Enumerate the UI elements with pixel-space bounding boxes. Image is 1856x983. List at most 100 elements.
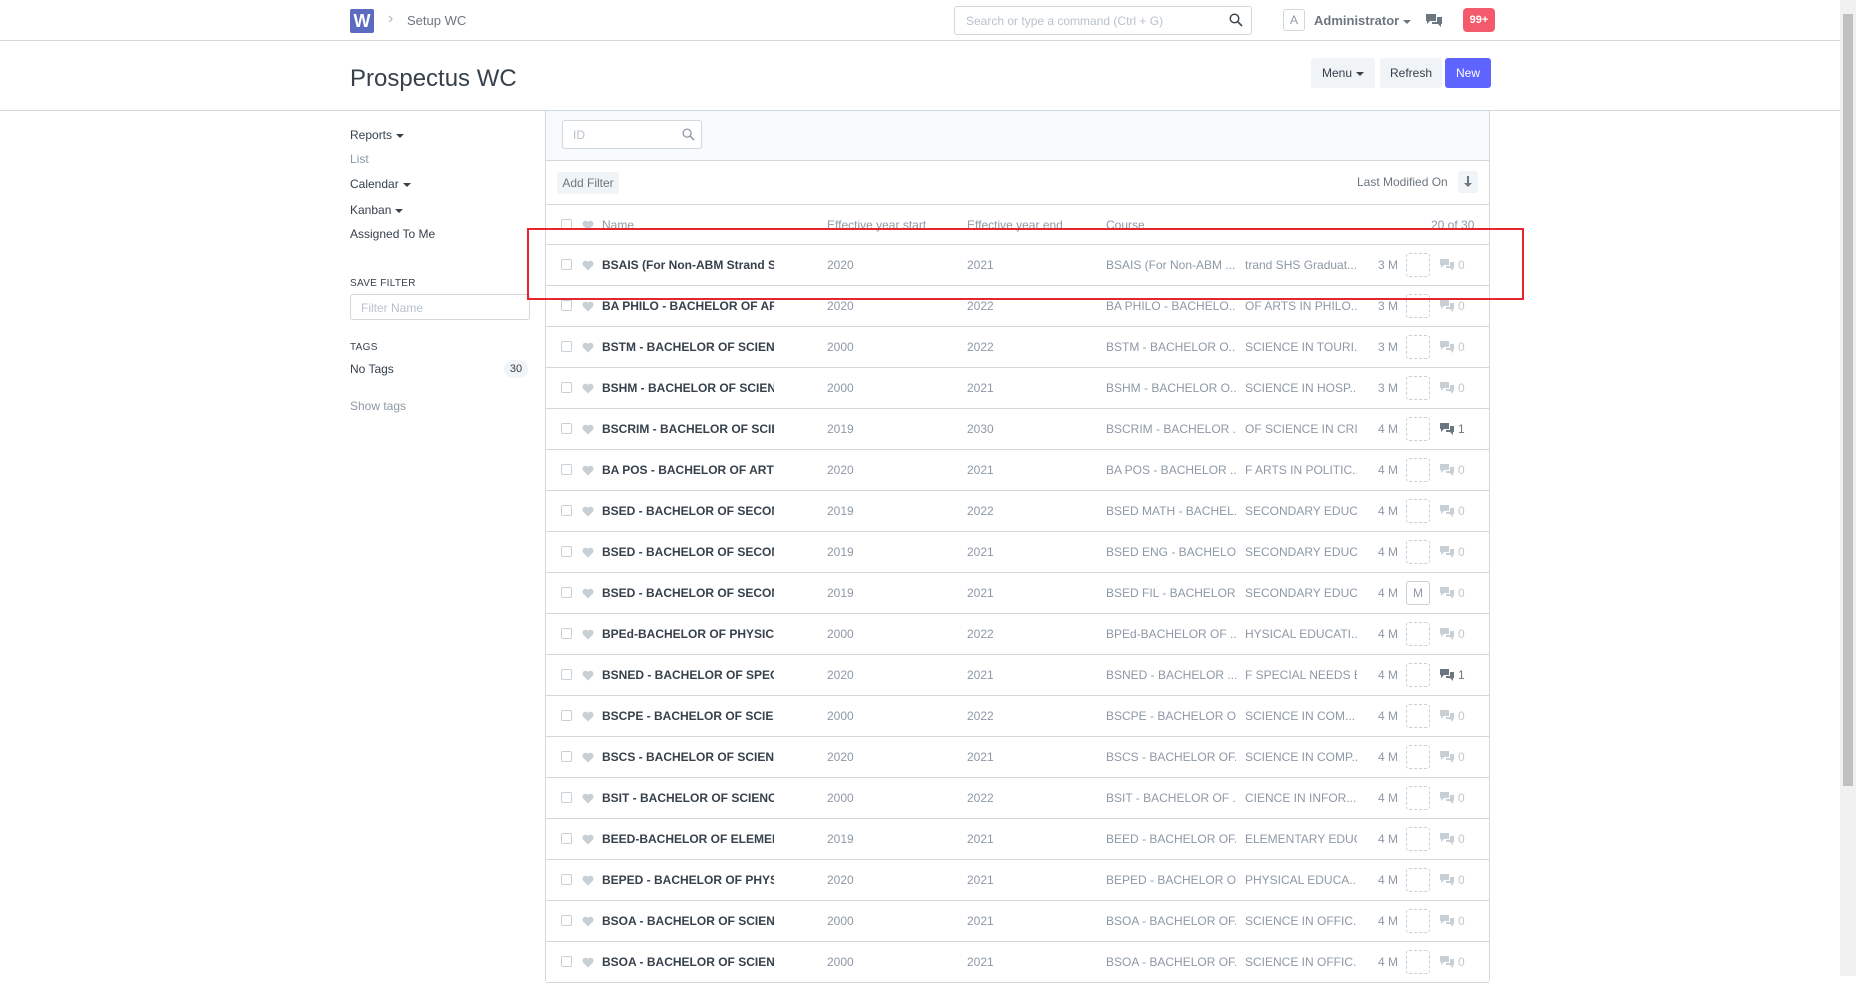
sidebar-item-calendar[interactable]: Calendar <box>350 177 411 191</box>
row-assignee-avatar[interactable] <box>1406 499 1430 523</box>
row-assignee-avatar[interactable] <box>1406 745 1430 769</box>
row-name-link[interactable]: BPEd-BACHELOR OF PHYSICAL EDUCATION <box>602 627 774 641</box>
row-checkbox[interactable] <box>561 423 572 434</box>
row-name-link[interactable]: BSTM - BACHELOR OF SCIENCE IN TOURISM <box>602 340 774 354</box>
refresh-button[interactable]: Refresh <box>1380 58 1442 88</box>
heart-icon[interactable] <box>582 957 594 968</box>
table-row[interactable]: BSCPE - BACHELOR OF SCIENCE IN COMPUTER … <box>546 696 1489 737</box>
heart-icon[interactable] <box>582 916 594 927</box>
add-filter-button[interactable]: Add Filter <box>557 172 619 194</box>
user-menu[interactable]: Administrator <box>1314 13 1412 28</box>
row-checkbox[interactable] <box>561 874 572 885</box>
sidebar-item-list[interactable]: List <box>350 152 369 166</box>
search-input[interactable]: Search or type a command (Ctrl + G) <box>954 6 1252 35</box>
row-checkbox[interactable] <box>561 751 572 762</box>
table-row[interactable]: BSED - BACHELOR OF SECONDARY EDUCATION 20… <box>546 573 1489 614</box>
row-name-link[interactable]: BSED - BACHELOR OF SECONDARY EDUCATION <box>602 586 774 600</box>
heart-icon[interactable] <box>582 629 594 640</box>
row-assignee-avatar[interactable] <box>1406 458 1430 482</box>
row-checkbox[interactable] <box>561 587 572 598</box>
table-row[interactable]: BSTM - BACHELOR OF SCIENCE IN TOURISM 200… <box>546 327 1489 368</box>
row-name-link[interactable]: BEPED - BACHELOR OF PHYSICAL EDUCATION <box>602 873 774 887</box>
table-row[interactable]: BSCS - BACHELOR OF SCIENCE IN COMPUTER S… <box>546 737 1489 778</box>
row-checkbox[interactable] <box>561 382 572 393</box>
row-assignee-avatar[interactable] <box>1406 786 1430 810</box>
row-name-link[interactable]: BSNED - BACHELOR OF SPECIAL NEEDS EDUCAT… <box>602 668 774 682</box>
heart-icon[interactable] <box>582 506 594 517</box>
row-checkbox[interactable] <box>561 956 572 967</box>
row-name-link[interactable]: BSIT - BACHELOR OF SCIENCE IN INFORMATIO… <box>602 791 774 805</box>
breadcrumb[interactable]: Setup WC <box>407 13 466 28</box>
row-assignee-avatar[interactable] <box>1406 950 1430 974</box>
sidebar-item-no-tags[interactable]: No Tags <box>350 362 394 376</box>
heart-icon[interactable] <box>582 752 594 763</box>
heart-icon[interactable] <box>582 424 594 435</box>
avatar-icon[interactable]: A <box>1283 9 1305 31</box>
row-assignee-avatar[interactable]: M <box>1406 581 1430 605</box>
row-checkbox[interactable] <box>561 464 572 475</box>
sidebar-item-kanban[interactable]: Kanban <box>350 203 404 217</box>
row-checkbox[interactable] <box>561 833 572 844</box>
heart-icon[interactable] <box>582 342 594 353</box>
row-assignee-avatar[interactable] <box>1406 704 1430 728</box>
id-filter-input[interactable]: ID <box>562 120 702 149</box>
new-button[interactable]: New <box>1445 58 1491 88</box>
row-name-link[interactable]: BSED - BACHELOR OF SECONDARY EDUCATION <box>602 504 774 518</box>
table-row[interactable]: BSED - BACHELOR OF SECONDARY EDUCATION 20… <box>546 491 1489 532</box>
row-assignee-avatar[interactable] <box>1406 868 1430 892</box>
heart-icon[interactable] <box>582 670 594 681</box>
heart-icon[interactable] <box>582 465 594 476</box>
show-tags-link[interactable]: Show tags <box>350 399 406 413</box>
logo-w-icon[interactable]: W <box>350 9 374 33</box>
row-checkbox[interactable] <box>561 792 572 803</box>
row-checkbox[interactable] <box>561 628 572 639</box>
row-assignee-avatar[interactable] <box>1406 417 1430 441</box>
row-checkbox[interactable] <box>561 341 572 352</box>
heart-icon[interactable] <box>582 793 594 804</box>
row-assignee-avatar[interactable] <box>1406 622 1430 646</box>
row-checkbox[interactable] <box>561 915 572 926</box>
row-name-link[interactable]: BSCPE - BACHELOR OF SCIENCE IN COMPUTER … <box>602 709 774 723</box>
sidebar-item-reports[interactable]: Reports <box>350 128 405 142</box>
row-assignee-avatar[interactable] <box>1406 335 1430 359</box>
sort-selector[interactable]: Last Modified On <box>1357 175 1448 189</box>
row-name-link[interactable]: BA POS - BACHELOR OF ARTS IN POLITICAL S… <box>602 463 774 477</box>
table-row[interactable]: BSOA - BACHELOR OF SCIENCE IN OFFICE ADM… <box>546 942 1489 983</box>
menu-button[interactable]: Menu <box>1311 58 1375 88</box>
sidebar-item-assigned-to-me[interactable]: Assigned To Me <box>350 227 435 241</box>
row-name-link[interactable]: BSCS - BACHELOR OF SCIENCE IN COMPUTER S… <box>602 750 774 764</box>
row-checkbox[interactable] <box>561 300 572 311</box>
row-name-link[interactable]: BA PHILO - BACHELOR OF ARTS IN PHILOSOPH… <box>602 299 774 313</box>
notifications-badge[interactable]: 99+ <box>1463 8 1495 32</box>
table-row[interactable]: BSIT - BACHELOR OF SCIENCE IN INFORMATIO… <box>546 778 1489 819</box>
table-row[interactable]: BSOA - BACHELOR OF SCIENCE IN OFFICE ADM… <box>546 901 1489 942</box>
table-row[interactable]: BSCRIM - BACHELOR OF SCIENCE IN CRIMINOL… <box>546 409 1489 450</box>
heart-icon[interactable] <box>582 383 594 394</box>
row-name-link[interactable]: BSED - BACHELOR OF SECONDARY EDUCATION <box>602 545 774 559</box>
scrollbar-thumb[interactable] <box>1843 14 1853 786</box>
heart-icon[interactable] <box>582 301 594 312</box>
filter-name-input[interactable]: Filter Name <box>350 294 530 320</box>
row-checkbox[interactable] <box>561 546 572 557</box>
row-name-link[interactable]: BSCRIM - BACHELOR OF SCIENCE IN CRIMINOL… <box>602 422 774 436</box>
heart-icon[interactable] <box>582 834 594 845</box>
table-row[interactable]: BSNED - BACHELOR OF SPECIAL NEEDS EDUCAT… <box>546 655 1489 696</box>
table-row[interactable]: BPEd-BACHELOR OF PHYSICAL EDUCATION 2000 2… <box>546 614 1489 655</box>
row-assignee-avatar[interactable] <box>1406 540 1430 564</box>
row-checkbox[interactable] <box>561 505 572 516</box>
row-name-link[interactable]: BEED-BACHELOR OF ELEMENTARY EDUCATION <box>602 832 774 846</box>
chat-icon[interactable] <box>1425 12 1443 28</box>
row-checkbox[interactable] <box>561 710 572 721</box>
sort-order-button[interactable] <box>1458 171 1478 193</box>
table-row[interactable]: BEED-BACHELOR OF ELEMENTARY EDUCATION 201… <box>546 819 1489 860</box>
table-row[interactable]: BEPED - BACHELOR OF PHYSICAL EDUCATION 20… <box>546 860 1489 901</box>
heart-icon[interactable] <box>582 588 594 599</box>
row-name-link[interactable]: BSHM - BACHELOR OF SCIENCE IN HOSPITALIT… <box>602 381 774 395</box>
table-row[interactable]: BSHM - BACHELOR OF SCIENCE IN HOSPITALIT… <box>546 368 1489 409</box>
row-assignee-avatar[interactable] <box>1406 663 1430 687</box>
heart-icon[interactable] <box>582 547 594 558</box>
row-assignee-avatar[interactable] <box>1406 827 1430 851</box>
heart-icon[interactable] <box>582 875 594 886</box>
row-assignee-avatar[interactable] <box>1406 909 1430 933</box>
row-checkbox[interactable] <box>561 669 572 680</box>
